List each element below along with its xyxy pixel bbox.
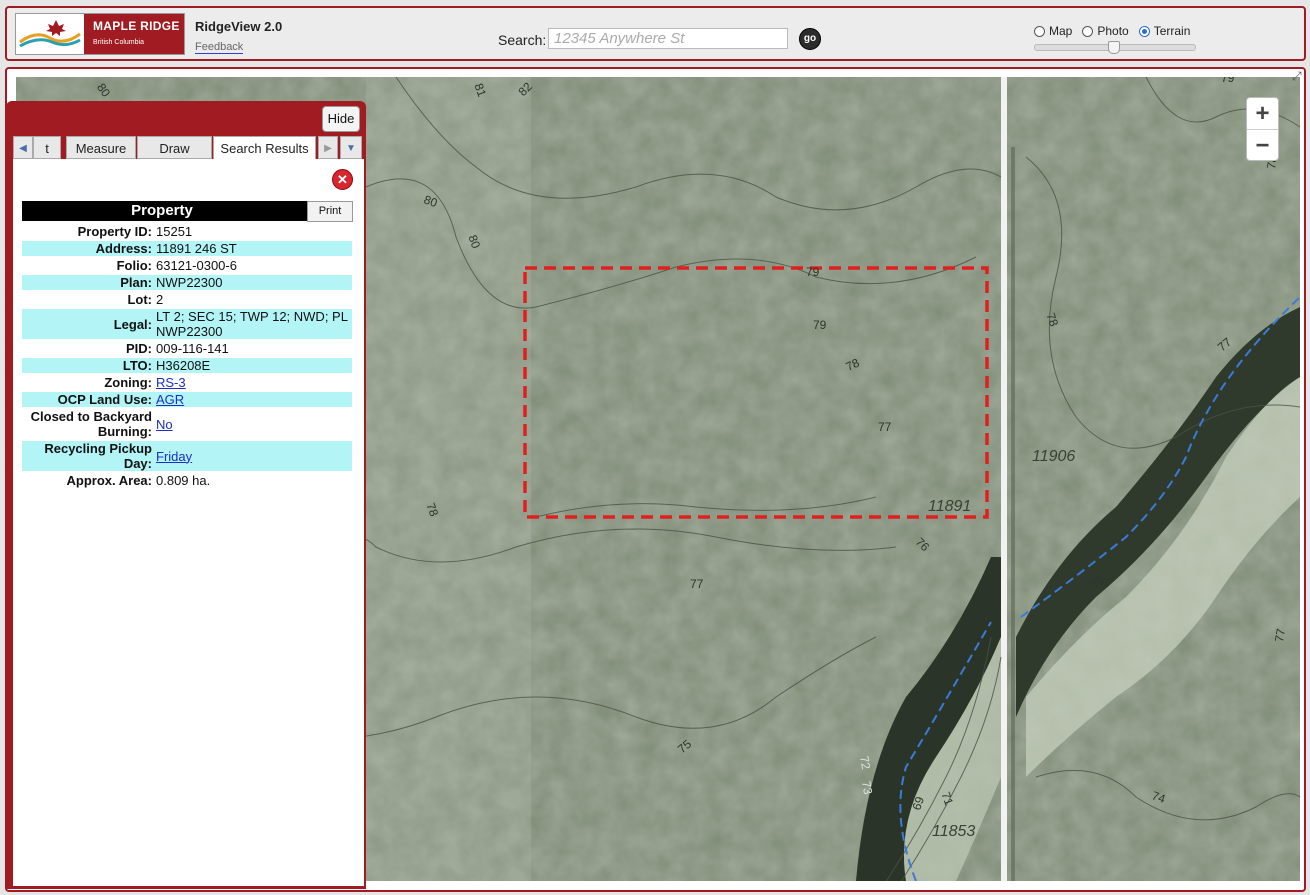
contour-label: 79 <box>806 265 820 279</box>
contour-label: 79 <box>813 318 827 332</box>
radio-map[interactable] <box>1034 25 1045 37</box>
side-panel: Hide ◀ t Measure Draw Search Results ▶ ▼… <box>6 101 366 889</box>
app-title: RidgeView 2.0 <box>195 19 283 34</box>
property-title: Property <box>131 202 193 219</box>
app-header: MAPLE RIDGE British Columbia RidgeView 2… <box>5 6 1306 61</box>
zoning-link[interactable]: RS-3 <box>156 375 186 390</box>
feedback-link[interactable]: Feedback <box>195 41 244 54</box>
tab-scroll-right-icon[interactable]: ▶ <box>318 136 338 159</box>
backyard-burning-link[interactable]: No <box>156 417 173 432</box>
table-row: Legal: LT 2; SEC 15; TWP 12; NWD; PL NWP2… <box>22 309 352 339</box>
maple-ridge-logo[interactable]: MAPLE RIDGE British Columbia <box>15 13 185 55</box>
property-label: Recycling Pickup Day: <box>22 441 154 471</box>
property-value: 63121-0300-6 <box>156 258 237 273</box>
parcel-label-11853: 11853 <box>932 823 975 840</box>
table-row: OCP Land Use: AGR <box>22 392 352 407</box>
tab-menu-dropdown-icon[interactable]: ▼ <box>340 136 362 159</box>
zoom-out-button[interactable]: − <box>1247 129 1278 161</box>
property-header: Property Print <box>22 201 353 222</box>
hide-panel-button[interactable]: Hide <box>322 106 360 132</box>
expand-map-icon[interactable]: ⤢ <box>1292 70 1304 82</box>
table-row: Plan: NWP22300 <box>22 275 352 290</box>
property-label: Zoning: <box>104 375 152 390</box>
property-label: Approx. Area: <box>66 473 152 488</box>
table-row: Folio: 63121-0300-6 <box>22 258 352 273</box>
property-value: NWP22300 <box>154 275 352 290</box>
table-row: Zoning: RS-3 <box>22 375 352 390</box>
property-label: Lot: <box>127 292 152 307</box>
property-label: LTO: <box>22 358 154 373</box>
property-value: 2 <box>156 292 164 307</box>
field-stripes <box>366 77 531 881</box>
table-row: LTO: H36208E <box>22 358 352 373</box>
property-value: 11891 246 ST <box>154 241 352 256</box>
tab-search-results[interactable]: Search Results <box>213 136 316 161</box>
property-label: Legal: <box>22 309 154 339</box>
maple-leaf-logo-icon <box>16 14 84 52</box>
table-row: Closed to Backyard Burning: No <box>22 409 352 439</box>
zoom-control: + − <box>1246 97 1279 161</box>
contour-label: 70 <box>919 702 935 718</box>
table-row: Property ID: 15251 <box>22 224 352 239</box>
table-row: Approx. Area: 0.809 ha. <box>22 473 352 488</box>
table-row: Lot: 2 <box>22 292 352 307</box>
parcel-label-11891: 11891 <box>928 498 971 515</box>
layer-option-terrain[interactable]: Terrain <box>1138 24 1191 38</box>
contour-label: 72 <box>857 755 873 771</box>
property-label: Folio: <box>116 258 152 273</box>
slider-handle[interactable] <box>1108 41 1120 54</box>
layer-label-map: Map <box>1049 24 1073 38</box>
property-label: Address: <box>22 241 154 256</box>
recycling-day-link[interactable]: Friday <box>156 449 192 464</box>
property-label: PID: <box>126 341 152 356</box>
radio-terrain[interactable] <box>1138 25 1150 37</box>
opacity-slider[interactable] <box>1034 41 1196 54</box>
tab-scroll-left-icon[interactable]: ◀ <box>13 136 33 159</box>
radio-photo[interactable] <box>1082 25 1094 37</box>
property-label: Plan: <box>22 275 154 290</box>
tab-draw[interactable]: Draw <box>137 136 212 159</box>
parcel-label-11906: 11906 <box>1032 448 1075 465</box>
layer-label-terrain: Terrain <box>1153 24 1191 38</box>
property-label: Property ID: <box>77 224 152 239</box>
property-value: 009-116-141 <box>156 341 229 356</box>
ocp-land-use-link[interactable]: AGR <box>156 392 184 407</box>
tab-measure[interactable]: Measure <box>66 136 136 159</box>
contour-label: 77 <box>878 420 892 434</box>
layer-selector: Map Photo Terrain <box>1034 24 1190 38</box>
logo-subtitle: British Columbia <box>93 39 144 46</box>
logo-name: MAPLE RIDGE <box>93 19 180 33</box>
layer-option-photo[interactable]: Photo <box>1082 24 1129 38</box>
property-table: Property ID: 15251 Address: 11891 246 ST F… <box>22 222 352 490</box>
road-246-st <box>1001 77 1007 881</box>
zoom-in-button[interactable]: + <box>1247 98 1278 129</box>
close-results-icon[interactable]: ✕ <box>332 169 353 190</box>
search-input[interactable] <box>548 28 788 49</box>
tab-partial[interactable]: t <box>33 136 61 159</box>
contour-label: 73 <box>859 780 875 796</box>
print-button[interactable]: Print <box>307 201 353 222</box>
search-label: Search: <box>498 32 547 48</box>
contour-label: 77 <box>690 577 704 591</box>
property-value: H36208E <box>154 358 352 373</box>
property-label: Closed to Backyard Burning: <box>30 409 152 439</box>
property-label: OCP Land Use: <box>22 392 154 407</box>
panel-tabs: ◀ t Measure Draw Search Results ▶ ▼ <box>13 136 364 161</box>
contour-label: 79 <box>1221 77 1235 85</box>
contour-label: 77 <box>1272 627 1288 643</box>
property-value: LT 2; SEC 15; TWP 12; NWD; PL NWP22300 <box>154 309 352 339</box>
go-button[interactable]: go <box>799 28 821 50</box>
logo-text: MAPLE RIDGE British Columbia <box>84 14 184 54</box>
layer-label-photo: Photo <box>1097 24 1129 38</box>
table-row: Address: 11891 246 ST <box>22 241 352 256</box>
layer-option-map[interactable]: Map <box>1034 24 1072 38</box>
table-row: Recycling Pickup Day: Friday <box>22 441 352 471</box>
property-value: 15251 <box>156 224 193 239</box>
table-row: PID: 009-116-141 <box>22 341 352 356</box>
property-value: 0.809 ha. <box>156 473 211 488</box>
